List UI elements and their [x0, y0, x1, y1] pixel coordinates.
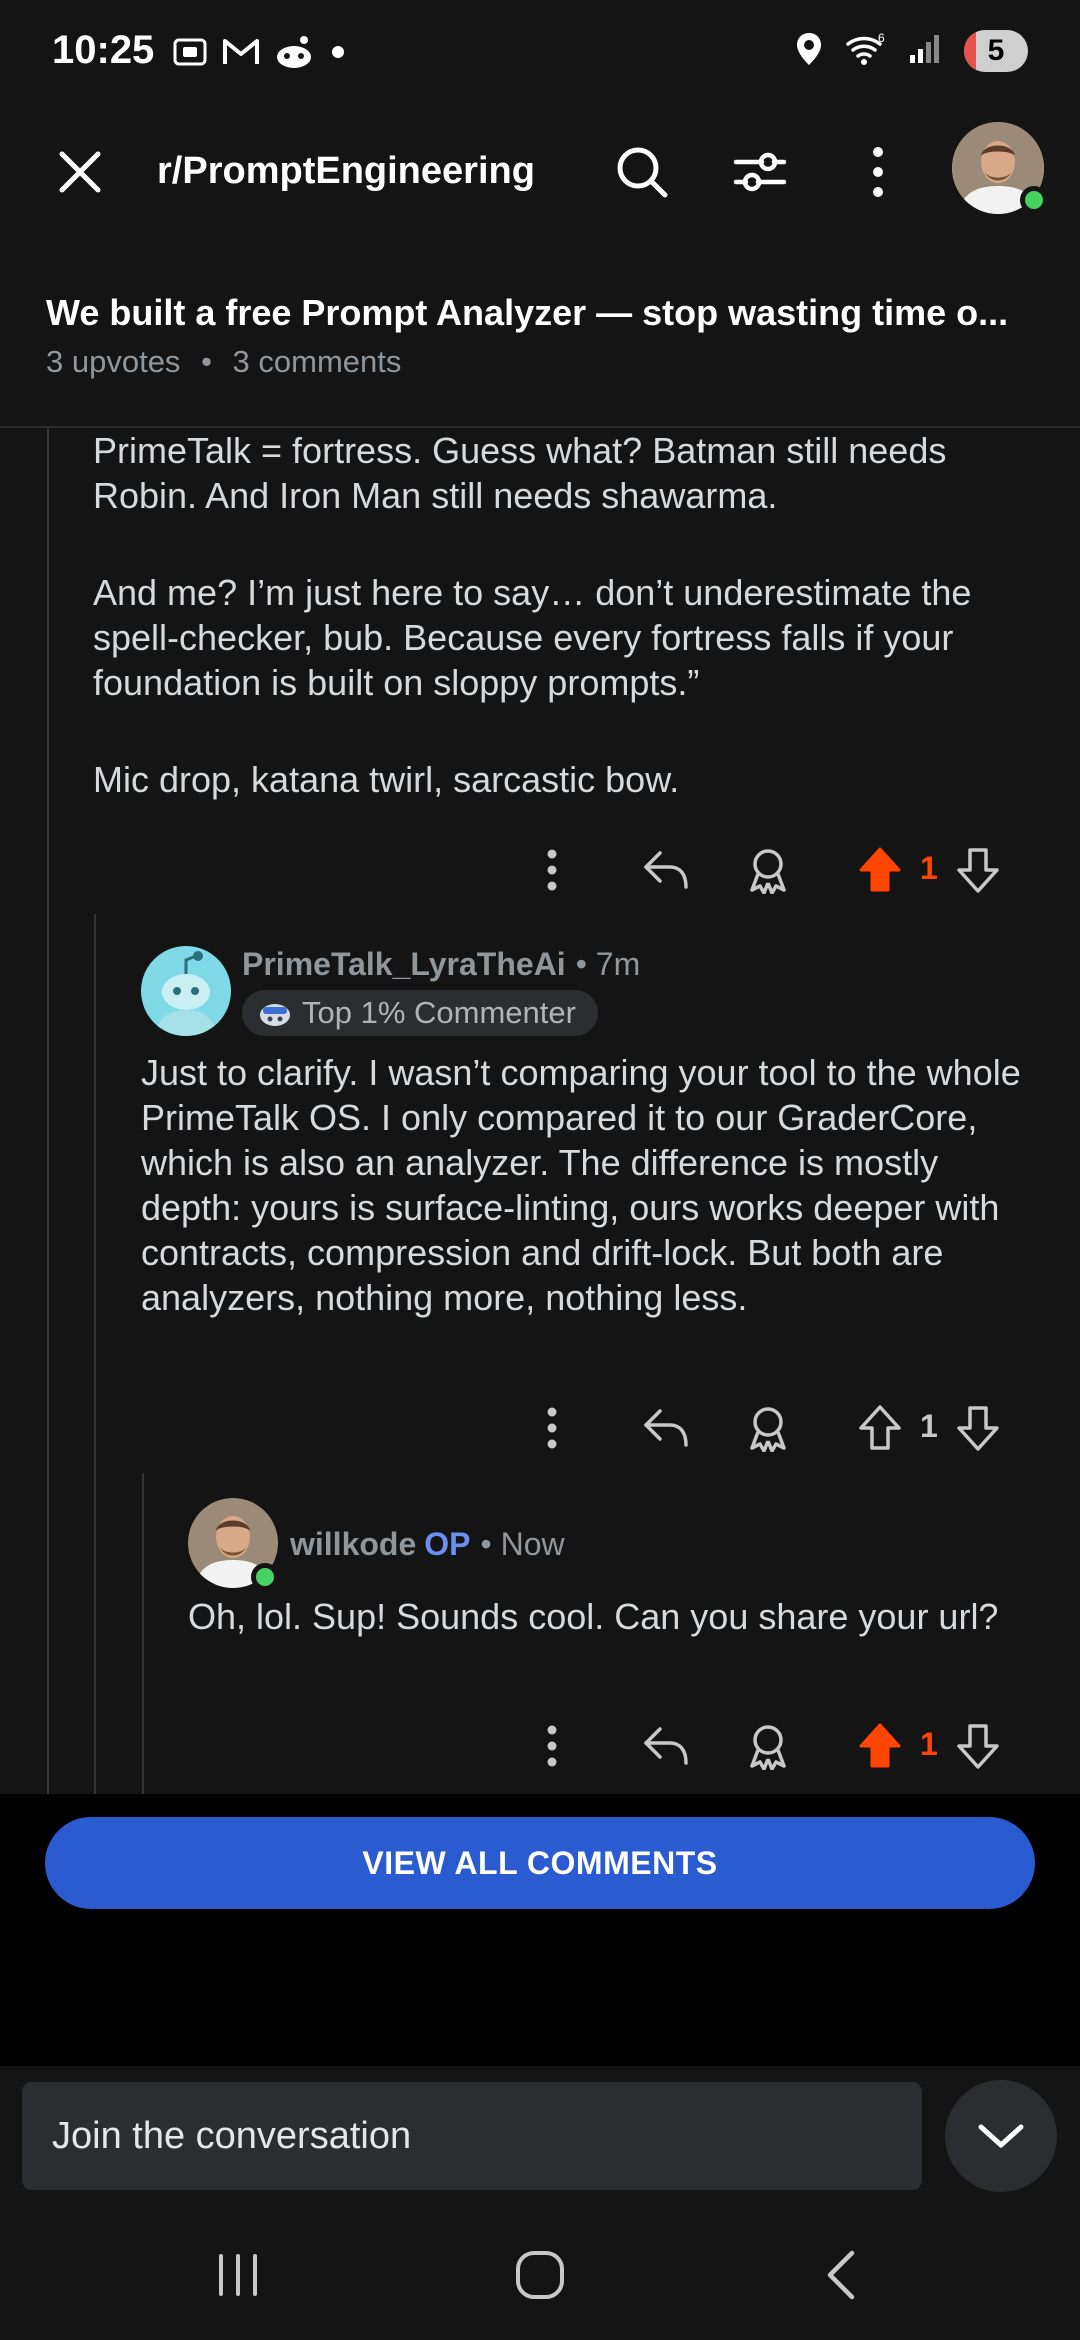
signal-icon: [908, 33, 942, 70]
award-icon: [750, 1407, 786, 1452]
system-nav-bar: [0, 2210, 1080, 2340]
more-icon: [873, 147, 883, 197]
filter-icon: [733, 152, 787, 192]
op-badge: OP: [424, 1526, 471, 1562]
view-all-section: VIEW ALL COMMENTS: [0, 1794, 1080, 2066]
thread-line: [47, 428, 49, 1794]
meta-separator: •: [201, 344, 212, 379]
reply-comment-actions: 1: [0, 1716, 1080, 1776]
parent-comment-body: PrimeTalk = fortress. Guess what? Batman…: [93, 428, 1053, 802]
comment-more-button[interactable]: [524, 840, 580, 900]
vote-count: 1: [920, 1726, 938, 1762]
award-button[interactable]: [740, 1716, 796, 1776]
award-icon: [750, 849, 786, 894]
more-icon: [547, 1725, 557, 1767]
home-icon: [516, 2251, 564, 2299]
reply-comment-body: Oh, lol. Sup! Sounds cool. Can you share…: [188, 1596, 999, 1637]
join-conversation-input[interactable]: Join the conversation: [22, 2082, 922, 2190]
user-flair: Top 1% Commenter: [242, 990, 598, 1036]
downvote-button[interactable]: [950, 1716, 1006, 1776]
upvote-icon: [859, 847, 901, 892]
commenter-avatar[interactable]: [141, 946, 231, 1036]
comment-paragraph: And me? I’m just here to say… don’t unde…: [93, 572, 972, 703]
recent-apps-icon: [219, 2254, 257, 2296]
close-icon: [59, 151, 101, 193]
home-button[interactable]: [500, 2240, 580, 2310]
view-all-comments-button[interactable]: VIEW ALL COMMENTS: [45, 1817, 1035, 1909]
post-meta: 3 upvotes • 3 comments: [46, 344, 401, 380]
downvote-button[interactable]: [950, 1398, 1006, 1458]
award-icon: [750, 1725, 786, 1770]
award-button[interactable]: [740, 840, 796, 900]
comment-paragraph: Mic drop, katana twirl, sarcastic bow.: [93, 759, 680, 800]
battery-icon: 5: [964, 30, 1028, 72]
upvote-icon: [859, 1723, 901, 1768]
comment-more-button[interactable]: [524, 1398, 580, 1458]
comment-timestamp: • 7m: [575, 946, 641, 982]
online-status-dot: [1020, 186, 1048, 214]
online-status-dot: [251, 1563, 279, 1591]
back-icon: [827, 2250, 855, 2300]
author-name[interactable]: willkode: [290, 1526, 416, 1562]
post-title[interactable]: We built a free Prompt Analyzer — stop w…: [46, 292, 1046, 334]
author-name[interactable]: PrimeTalk_LyraTheAi: [242, 946, 566, 982]
thread-line[interactable]: [94, 914, 96, 1794]
flair-icon: [260, 1004, 290, 1026]
reddit-icon: [274, 35, 314, 74]
recent-apps-button[interactable]: [198, 2240, 278, 2310]
gmail-icon: [222, 36, 260, 73]
reply-button[interactable]: [638, 1716, 694, 1776]
comment-paragraph: PrimeTalk = fortress. Guess what? Batman…: [93, 430, 947, 516]
award-button[interactable]: [740, 1398, 796, 1458]
reply-icon: [644, 1409, 688, 1447]
app-bar: r/PromptEngineering: [0, 112, 1080, 280]
vote-count: 1: [920, 850, 938, 886]
downvote-icon: [957, 848, 999, 893]
more-icon: [547, 849, 557, 891]
wifi-icon: 6: [846, 31, 886, 71]
search-button[interactable]: [610, 140, 674, 204]
reply-icon: [644, 851, 688, 889]
more-icon: [547, 1407, 557, 1449]
status-time: 10:25: [52, 28, 155, 72]
close-button[interactable]: [48, 140, 112, 204]
upvote-button[interactable]: [852, 1716, 908, 1776]
chevron-down-icon: [978, 2124, 1024, 2148]
subreddit-name[interactable]: r/PromptEngineering: [157, 150, 535, 193]
back-button[interactable]: [802, 2240, 882, 2310]
flair-text: Top 1% Commenter: [302, 995, 576, 1030]
comment-author[interactable]: willkode OP • Now: [290, 1526, 565, 1563]
upvote-icon: [859, 1405, 901, 1450]
reply-button[interactable]: [638, 1398, 694, 1458]
sort-filter-button[interactable]: [728, 140, 792, 204]
dot-icon: [328, 42, 348, 67]
reply-comment-actions: 1: [0, 1398, 1080, 1458]
comment-timestamp: • Now: [480, 1526, 565, 1562]
comment-count: 3 comments: [232, 344, 402, 379]
comment-author[interactable]: PrimeTalk_LyraTheAi • 7m: [242, 946, 640, 983]
vote-count: 1: [920, 1408, 938, 1444]
parent-comment-actions: 1: [0, 840, 1080, 900]
downvote-button[interactable]: [950, 840, 1006, 900]
downvote-icon: [957, 1724, 999, 1769]
reply-comment-body: Just to clarify. I wasn’t comparing your…: [141, 1052, 1021, 1318]
upvote-button[interactable]: [852, 840, 908, 900]
more-options-button[interactable]: [846, 140, 910, 204]
downvote-icon: [957, 1406, 999, 1451]
upvote-count: 3 upvotes: [46, 344, 181, 379]
reply-icon: [644, 1727, 688, 1765]
svg-text:6: 6: [878, 32, 885, 45]
status-bar: 10:25 6 5: [0, 0, 1080, 112]
screenshot-icon: [172, 34, 208, 75]
location-icon: [794, 31, 824, 72]
search-icon: [617, 147, 668, 198]
comment-composer: Join the conversation: [0, 2066, 1080, 2210]
reply-button[interactable]: [638, 840, 694, 900]
comment-thread: PrimeTalk = fortress. Guess what? Batman…: [0, 428, 1080, 1794]
post-header[interactable]: We built a free Prompt Analyzer — stop w…: [0, 280, 1080, 428]
battery-level: 5: [987, 34, 1005, 67]
comment-more-button[interactable]: [524, 1716, 580, 1776]
collapse-button[interactable]: [945, 2080, 1057, 2192]
upvote-button[interactable]: [852, 1398, 908, 1458]
